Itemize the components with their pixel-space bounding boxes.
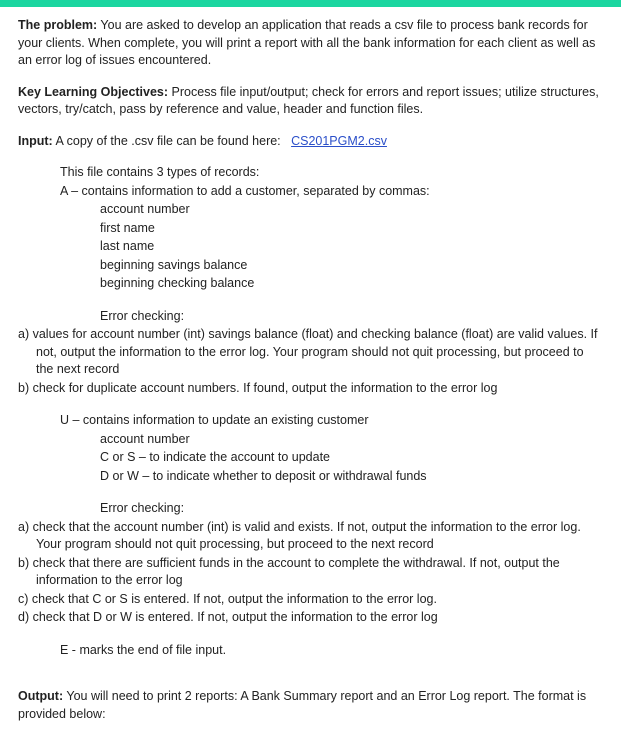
record-a-error: b) check for duplicate account numbers. … xyxy=(18,380,603,398)
record-u-error: b) check that there are sufficient funds… xyxy=(18,555,603,590)
record-a-error: a) values for account number (int) savin… xyxy=(18,326,603,379)
record-a-head: A – contains information to add a custom… xyxy=(18,183,603,201)
spacer xyxy=(18,486,603,500)
spacer xyxy=(18,660,603,674)
input-paragraph: Input: A copy of the .csv file can be fo… xyxy=(18,133,603,151)
record-u-error: d) check that D or W is entered. If not,… xyxy=(18,609,603,627)
spacer xyxy=(18,628,603,642)
record-u-error: c) check that C or S is entered. If not,… xyxy=(18,591,603,609)
record-u-field: account number xyxy=(18,431,603,449)
problem-label: The problem: xyxy=(18,18,97,32)
top-accent-bar xyxy=(0,0,621,7)
record-a-field: first name xyxy=(18,220,603,238)
record-a-field: account number xyxy=(18,201,603,219)
record-u-field: C or S – to indicate the account to upda… xyxy=(18,449,603,467)
record-u-head: U – contains information to update an ex… xyxy=(18,412,603,430)
record-u-error-head: Error checking: xyxy=(18,500,603,518)
record-u-error: a) check that the account number (int) i… xyxy=(18,519,603,554)
record-a-error-head: Error checking: xyxy=(18,308,603,326)
problem-text: You are asked to develop an application … xyxy=(18,18,595,67)
output-label: Output: xyxy=(18,689,63,703)
spacer xyxy=(18,674,603,688)
record-u-field: D or W – to indicate whether to deposit … xyxy=(18,468,603,486)
record-a-field: last name xyxy=(18,238,603,256)
objectives-label: Key Learning Objectives: xyxy=(18,85,168,99)
output-paragraph: Output: You will need to print 2 reports… xyxy=(18,688,603,723)
output-text: You will need to print 2 reports: A Bank… xyxy=(18,689,586,721)
input-lead: A copy of the .csv file can be found her… xyxy=(56,134,281,148)
spacer xyxy=(18,294,603,308)
record-a-field: beginning savings balance xyxy=(18,257,603,275)
records-intro: This file contains 3 types of records: xyxy=(18,164,603,182)
input-label: Input: xyxy=(18,134,53,148)
spacer xyxy=(18,398,603,412)
csv-link[interactable]: CS201PGM2.csv xyxy=(291,134,387,148)
document-body: The problem: You are asked to develop an… xyxy=(0,7,621,755)
records-block: This file contains 3 types of records: A… xyxy=(18,164,603,659)
objectives-paragraph: Key Learning Objectives: Process file in… xyxy=(18,84,603,119)
record-a-field: beginning checking balance xyxy=(18,275,603,293)
record-e: E - marks the end of file input. xyxy=(18,642,603,660)
problem-paragraph: The problem: You are asked to develop an… xyxy=(18,17,603,70)
